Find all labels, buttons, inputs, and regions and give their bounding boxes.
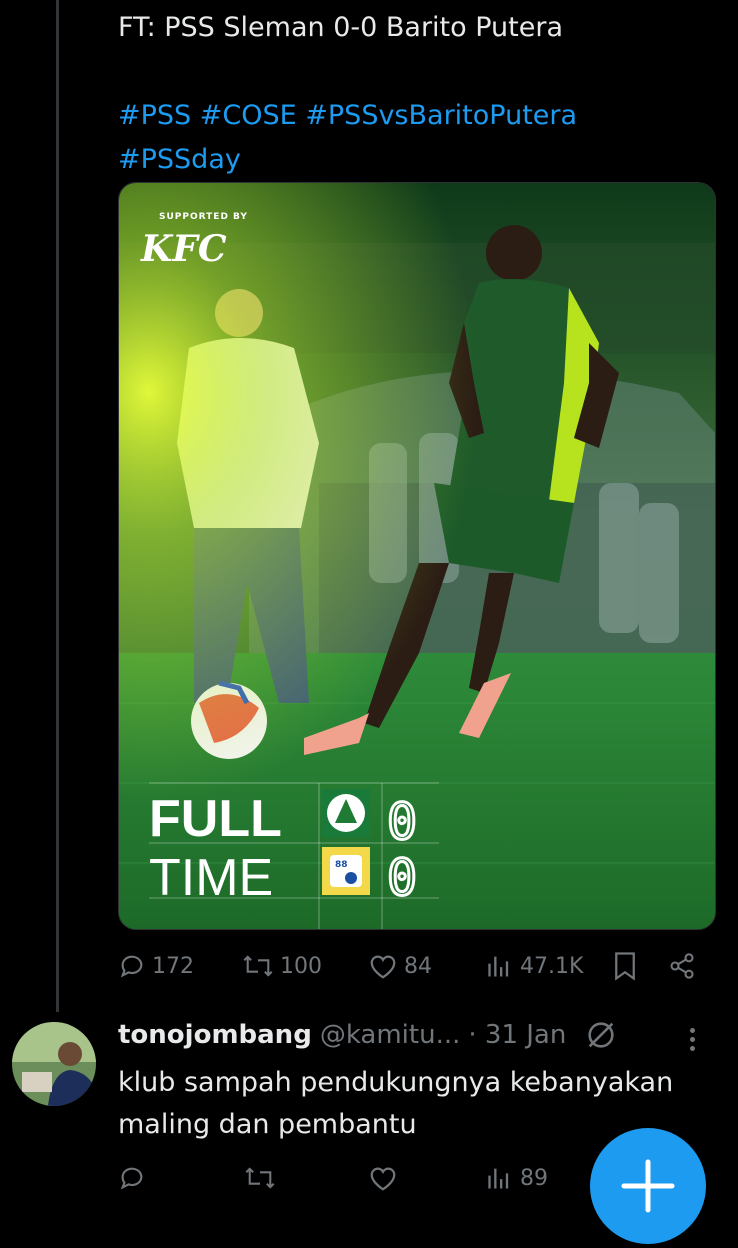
- tweet-hashtags-line2[interactable]: #PSSday: [118, 138, 718, 182]
- views-button[interactable]: 47.1K: [486, 944, 583, 988]
- tweet-media-image[interactable]: SUPPORTED BY KFC FULL TIME 88 0 0: [118, 182, 716, 930]
- views-icon: [488, 956, 509, 977]
- heart-icon: [370, 1167, 396, 1191]
- away-score: 0: [387, 849, 417, 907]
- kfc-logo: KFC: [140, 228, 227, 270]
- repost-count: 100: [280, 953, 322, 979]
- repost-icon: [243, 955, 273, 977]
- tweet-hashtags-line1[interactable]: #PSS #COSE #PSSvsBaritoPutera: [118, 94, 718, 138]
- reply-icon: [120, 955, 143, 978]
- away-badge-text: 88: [335, 860, 348, 870]
- reply-button[interactable]: 172: [118, 944, 194, 988]
- reply-reply-button[interactable]: [118, 1156, 146, 1200]
- compose-button[interactable]: [590, 1128, 706, 1244]
- fulltime-graphic: SUPPORTED BY KFC FULL TIME 88 0 0: [119, 183, 715, 929]
- reply-author-name[interactable]: tonojombang: [118, 1020, 312, 1050]
- home-score: 0: [387, 793, 417, 851]
- reply-author-handle[interactable]: @kamitu...: [320, 1020, 461, 1050]
- reply-repost-button[interactable]: [244, 1156, 276, 1200]
- like-count: 84: [404, 953, 432, 979]
- repost-icon: [245, 1167, 275, 1189]
- tweet-result-line: FT: PSS Sleman 0-0 Barito Putera: [118, 12, 563, 43]
- like-button[interactable]: 84: [368, 944, 432, 988]
- time-label: TIME: [149, 849, 273, 907]
- reply-icon: [120, 1167, 143, 1190]
- repost-button[interactable]: 100: [242, 944, 322, 988]
- reply-views-count: 89: [520, 1165, 548, 1191]
- bookmark-button[interactable]: [612, 944, 638, 988]
- reply-like-button[interactable]: [368, 1156, 398, 1200]
- reply-count: 172: [152, 953, 194, 979]
- tweet-action-bar: 172 100 84 47.1K: [118, 944, 708, 988]
- sponsor-label: SUPPORTED BY: [159, 212, 248, 222]
- tweet-body: FT: PSS Sleman 0-0 Barito Putera #PSS #C…: [118, 6, 718, 182]
- reply-date[interactable]: · 31 Jan: [468, 1020, 566, 1050]
- share-icon: [670, 953, 694, 979]
- reply-header: tonojombang @kamitu... · 31 Jan: [118, 1018, 618, 1052]
- views-count: 47.1K: [520, 953, 584, 979]
- full-label: FULL: [149, 790, 282, 848]
- heart-icon: [370, 955, 396, 979]
- share-button[interactable]: [668, 944, 696, 988]
- plus-icon: [621, 1159, 675, 1213]
- bookmark-icon: [615, 952, 635, 981]
- reply-views-button[interactable]: 89: [486, 1156, 548, 1200]
- thread-connector-line: [56, 0, 59, 1012]
- avatar[interactable]: [12, 1022, 96, 1106]
- views-icon: [488, 1168, 509, 1189]
- grok-icon[interactable]: [584, 1018, 618, 1052]
- more-options-icon[interactable]: [690, 1028, 695, 1051]
